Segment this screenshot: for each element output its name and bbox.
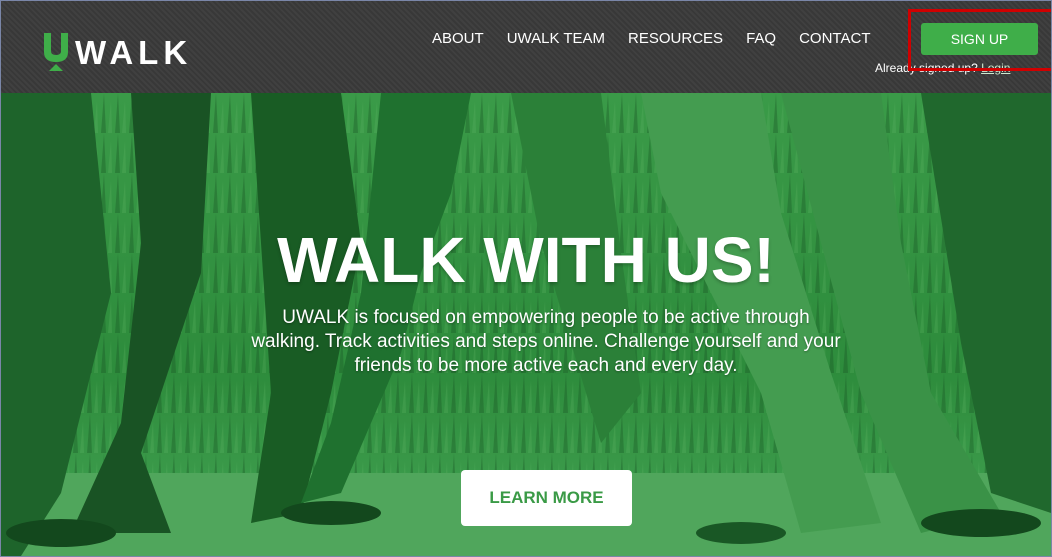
nav-resources[interactable]: RESOURCES [628,29,723,49]
logo-u-mark [41,31,71,71]
uwalk-logo[interactable]: WALK [41,31,192,71]
browser-viewport: WALK ABOUT UWALK TEAM RESOURCES FAQ CONT… [0,0,1052,557]
nav-faq[interactable]: FAQ [746,29,776,49]
main-nav: ABOUT UWALK TEAM RESOURCES FAQ CONTACT [432,29,870,49]
nav-about[interactable]: ABOUT [432,29,484,49]
hero-description: UWALK is focused on empowering people to… [251,307,841,376]
hero-section: WALK WITH US! UWALK is focused on empowe… [1,93,1051,556]
highlight-box [908,9,1051,71]
logo-text: WALK [75,34,193,71]
nav-contact[interactable]: CONTACT [799,29,870,49]
learn-more-button[interactable]: LEARN MORE [461,470,632,526]
nav-uwalk-team[interactable]: UWALK TEAM [507,29,605,49]
hero-title: WALK WITH US! [277,224,775,296]
site-header: WALK ABOUT UWALK TEAM RESOURCES FAQ CONT… [1,1,1051,93]
